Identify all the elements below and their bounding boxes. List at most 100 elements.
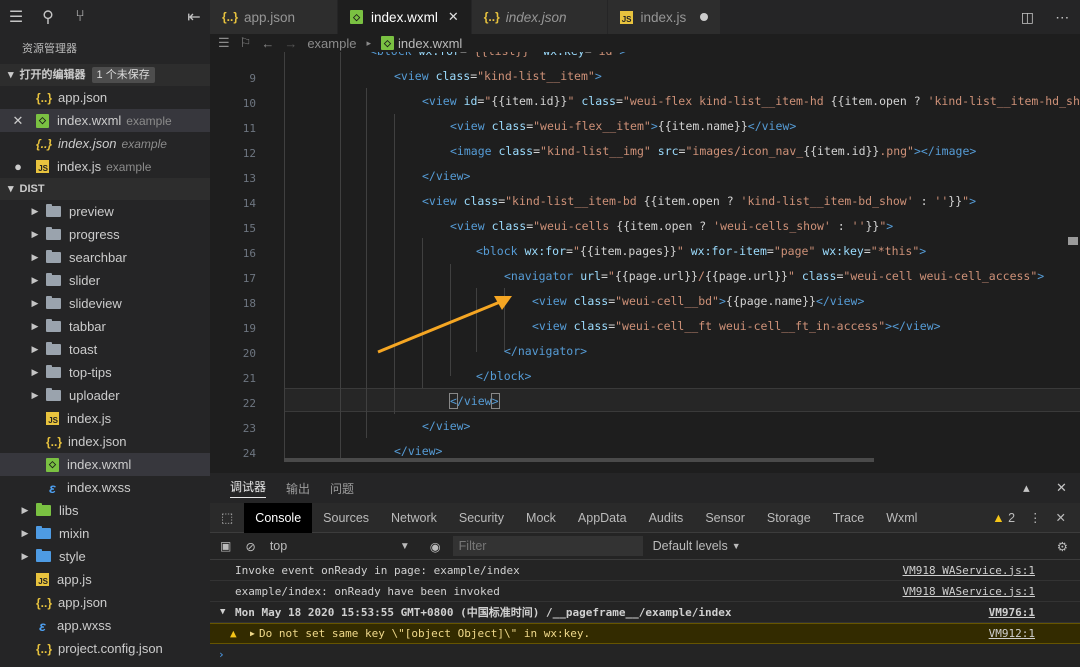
tree-item[interactable]: ▶ slideview [0,292,210,315]
code-editor[interactable]: 9101112131415161718192021222324 <block w… [210,52,1080,462]
tree-item-label: top-tips [69,365,112,380]
devtools-tab-trace[interactable]: Trace [822,503,876,533]
tab-index-js[interactable]: JS index.js [607,0,722,34]
folder-icon [36,526,51,539]
clear-console-icon[interactable]: ⊘ [245,539,255,554]
context-select[interactable]: top [270,539,400,553]
collapse-sidebar-icon[interactable]: ⇤ [178,0,210,34]
tree-item[interactable]: ▶ searchbar [0,246,210,269]
devtools-tab-mock[interactable]: Mock [515,503,567,533]
search-icon[interactable]: ⚲ [32,0,64,34]
expand-arrow-icon[interactable]: ▶ [250,629,255,638]
folder-icon [46,227,61,240]
devtools-tab-sources[interactable]: Sources [312,503,380,533]
tree-item[interactable]: {..} index.json [0,430,210,453]
dist-header[interactable]: ▾ DIST [0,178,210,200]
tree-item[interactable]: {..} project.config.json [0,637,210,660]
tree-item[interactable]: ▶ toast [0,338,210,361]
back-arrow-icon[interactable]: ← [261,36,274,51]
tree-item[interactable]: ◇ index.wxml [0,453,210,476]
chevron-down-icon[interactable]: ▼ [220,607,225,617]
close-devtools-icon[interactable]: ✕ [1056,510,1066,525]
bookmark-icon[interactable]: ⚐ [240,35,252,51]
log-levels-select[interactable]: Default levels [653,539,728,553]
sidebar-toggle-icon[interactable]: ▣ [220,539,231,553]
tree-item[interactable]: JS app.js [0,568,210,591]
chevron-right-icon: ▸ [366,37,371,48]
tree-item[interactable]: ▶ mixin [0,522,210,545]
folder-icon [36,503,51,516]
breadcrumb: ☰ ⚐ ← → example ▸ ◇ index.wxml [210,34,1080,52]
devtools-tab-appdata[interactable]: AppData [567,503,638,533]
more-options-icon[interactable]: ⋮ [1029,510,1042,525]
tree-item-label: app.json [58,595,108,610]
tree-item[interactable]: ▶ tabbar [0,315,210,338]
log-source-link[interactable]: VM918 WAService.js:1 [903,564,1035,577]
open-editor-item[interactable]: {..} app.json [0,86,210,109]
warning-counter[interactable]: ▲ 2 [992,511,1015,525]
devtools-tab-wxml[interactable]: Wxml [875,503,928,533]
file-name: index.wxml [57,113,122,128]
tree-item[interactable]: ε app.wxss [0,614,210,637]
devtools-tab-console[interactable]: Console [244,502,313,533]
tree-item[interactable]: JS index.js [0,407,210,430]
tree-item[interactable]: ▶ progress [0,223,210,246]
breadcrumb-file[interactable]: index.wxml [398,36,462,51]
devtools-tab-sensor[interactable]: Sensor [694,503,756,533]
devtools-tab-audits[interactable]: Audits [638,503,695,533]
log-source-link[interactable]: VM912:1 [989,627,1035,640]
tree-item[interactable]: ▶ preview [0,200,210,223]
open-editors-header[interactable]: ▾ 打开的编辑器 1 个未保存 [0,64,210,86]
tab-debugger[interactable]: 调试器 [230,478,267,498]
maximize-panel-icon[interactable]: ▴ [1023,480,1030,496]
tree-item[interactable]: ▶ slider [0,269,210,292]
source-control-icon[interactable]: ⑂ [64,0,96,34]
open-editor-item[interactable]: ● JS index.js example [0,155,210,178]
more-actions-icon[interactable]: ⋯ [1055,9,1069,26]
tree-item[interactable]: {..} app.json [0,591,210,614]
open-editor-item[interactable]: {..} index.json example [0,132,210,155]
close-panel-icon[interactable]: ✕ [1056,480,1067,496]
log-source-link[interactable]: VM976:1 [989,606,1035,619]
tree-item[interactable]: ▶ top-tips [0,361,210,384]
eye-icon[interactable]: ◉ [430,539,441,554]
json-file-icon: {..} [46,434,63,449]
console-warning-row[interactable]: ▲ ▶ Do not set same key \"[object Object]\… [210,623,1080,644]
filter-input[interactable]: Filter [452,536,643,556]
devtools-tab-storage[interactable]: Storage [756,503,822,533]
inspect-element-icon[interactable]: ⬚ [210,503,244,533]
tree-item[interactable]: ▶ libs [0,499,210,522]
chevron-down-icon[interactable]: ▼ [732,541,741,551]
tree-item[interactable]: ▶ style [0,545,210,568]
tab-app-json[interactable]: {..} app.json [210,0,339,34]
devtools-tab-network[interactable]: Network [380,503,448,533]
tab-output[interactable]: 输出 [286,480,310,497]
tree-item[interactable]: ▶ uploader [0,384,210,407]
console-row[interactable]: ▼ Mon May 18 2020 15:53:55 GMT+0800 (中国标准… [210,602,1080,623]
unsaved-dot-icon[interactable] [700,13,709,21]
list-icon[interactable]: ☰ [218,35,230,51]
vertical-scrollbar-thumb[interactable] [1068,237,1078,245]
devtools-tab-security[interactable]: Security [448,503,515,533]
panel-tabs: 调试器 输出 问题 [210,473,1080,503]
tab-problems[interactable]: 问题 [330,480,354,497]
chevron-down-icon[interactable]: ▼ [400,541,410,552]
close-tab-icon[interactable]: ✕ [448,9,459,25]
tree-item-label: slideview [69,296,122,311]
horizontal-scrollbar-thumb[interactable] [284,458,874,462]
console-row[interactable]: Invoke event onReady in page: example/in… [210,560,1080,581]
console-row[interactable]: example/index: onReady have been invoked… [210,581,1080,602]
log-source-link[interactable]: VM918 WAService.js:1 [903,585,1035,598]
bottom-panel: 调试器 输出 问题 ▴ ✕ ⬚ Console Sources Network Sec… [210,473,1080,667]
console-prompt[interactable]: › [210,644,1080,665]
forward-arrow-icon[interactable]: → [284,36,297,51]
breadcrumb-folder[interactable]: example [307,36,356,51]
chevron-right-icon: ▶ [31,298,39,308]
split-editor-icon[interactable]: ◫ [1021,9,1034,26]
open-editor-item[interactable]: ✕ ◇ index.wxml example [0,109,210,132]
tab-index-json[interactable]: {..} index.json [471,0,608,34]
tab-index-wxml[interactable]: ◇ index.wxml ✕ [338,0,472,34]
menu-icon[interactable]: ☰ [0,0,32,34]
settings-gear-icon[interactable]: ⚙ [1057,539,1068,554]
tree-item[interactable]: ε index.wxss [0,476,210,499]
